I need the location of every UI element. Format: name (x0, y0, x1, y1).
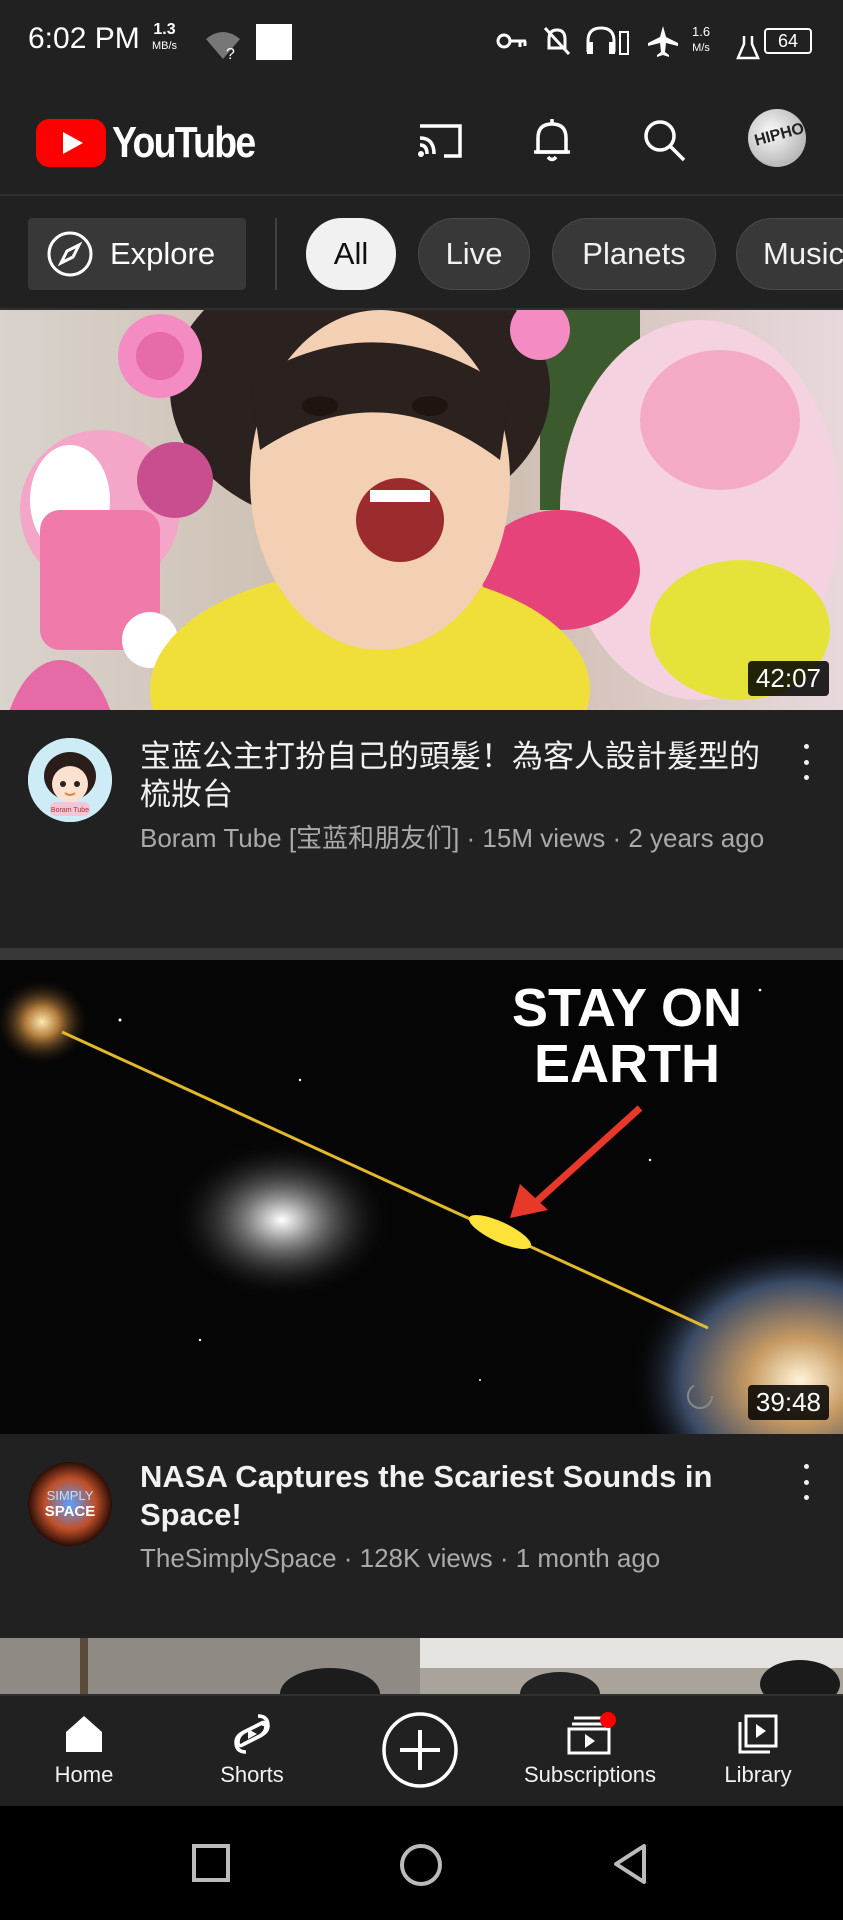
net-speed-left-unit: MB/s (152, 40, 178, 52)
chips-divider (275, 218, 277, 290)
nav-home-label: Home (54, 1762, 114, 1787)
app-header: YouTube HIPHOP (0, 84, 843, 196)
svg-text:?: ? (226, 46, 235, 62)
net-speed-right-unit: M/s (692, 42, 710, 54)
headphones-battery-icon (586, 26, 629, 55)
video-thumbnail-3[interactable] (0, 1638, 843, 1694)
compass-icon (47, 231, 93, 277)
bell-off-icon (543, 26, 571, 56)
youtube-logo[interactable]: YouTube (36, 118, 280, 168)
video-subtitle: Boram Tube [宝蓝和朋友们] · 15M views · 2 year… (140, 823, 765, 853)
battery-icon: 64 (764, 28, 812, 54)
more-options-icon[interactable] (800, 1464, 812, 1500)
video-meta-2[interactable]: SIMPLY SPACE NASA Captures the Scariest … (0, 1434, 843, 1638)
video-meta-1[interactable]: Boram Tube 宝蓝公主打扮自己的頭髮！為客人設計髮型的梳妝台 Boram… (0, 710, 843, 948)
video-2-image: STAY ON EARTH (0, 960, 843, 1434)
nav-library[interactable]: Library (674, 1704, 842, 1788)
net-speed-left-value: 1.3 (153, 21, 176, 38)
video-title[interactable]: 宝蓝公主打扮自己的頭髮！為客人設計髮型的梳妝台 (140, 738, 772, 814)
nav-subscriptions-label: Subscriptions (523, 1762, 657, 1787)
chip-live[interactable]: Live (418, 218, 530, 290)
channel-avatar[interactable]: SIMPLY SPACE (28, 1462, 112, 1546)
channel-avatar[interactable]: Boram Tube (28, 738, 112, 822)
nav-home[interactable]: Home (0, 1704, 168, 1788)
logo-text: YouTube (112, 118, 256, 167)
shorts-icon (234, 1714, 270, 1754)
search-icon[interactable] (638, 114, 690, 166)
bottom-navigation: Home Shorts Subscriptions Library (0, 1694, 843, 1806)
flask-icon (736, 36, 760, 60)
video-thumbnail-2[interactable]: STAY ON EARTH 39:48 (0, 960, 843, 1434)
battery-level: 64 (777, 31, 799, 51)
channel-avatar-text-2: SPACE (45, 1503, 96, 1520)
channel-avatar-text: Boram Tube (51, 807, 89, 814)
status-time: 6:02 PM (28, 22, 140, 55)
net-speed-right: 1.6 M/s (692, 24, 710, 56)
nav-library-label: Library (724, 1762, 792, 1787)
channel-avatar-text-1: SIMPLY (47, 1488, 94, 1503)
feed-divider (0, 948, 843, 960)
video-3-image (0, 1638, 843, 1694)
system-navigation-bar (0, 1806, 843, 1920)
net-speed-left: 1.3 MB/s (152, 22, 177, 54)
subscriptions-icon (567, 1712, 616, 1755)
thumbnail-text-line-1: STAY ON (512, 978, 742, 1038)
home-circle-icon[interactable] (398, 1842, 444, 1888)
thumbnail-text-line-2: EARTH (534, 1034, 720, 1094)
nav-shorts-label: Shorts (220, 1762, 284, 1787)
account-avatar[interactable]: HIPHOP (748, 109, 806, 167)
status-bar: 6:02 PM 1.3 MB/s ? 1.6 M/s 64 (0, 0, 843, 84)
recents-square-icon[interactable] (190, 1842, 234, 1886)
nav-shorts[interactable]: Shorts (168, 1704, 336, 1788)
channel-avatar-image: SIMPLY SPACE (28, 1462, 112, 1546)
key-icon (496, 33, 527, 49)
back-triangle-icon[interactable] (610, 1842, 654, 1886)
airplane-icon (648, 26, 678, 57)
video-subtitle: TheSimplySpace · 128K views · 1 month ag… (140, 1543, 661, 1573)
nav-subscriptions[interactable]: Subscriptions (506, 1704, 674, 1788)
library-icon (738, 1714, 778, 1754)
video-thumbnail-1[interactable]: 42:07 (0, 310, 843, 710)
notifications-bell-icon[interactable] (526, 114, 578, 166)
explore-button[interactable]: Explore (28, 218, 246, 290)
wifi-question-icon: ? (206, 32, 240, 62)
more-options-icon[interactable] (800, 744, 812, 780)
chip-all[interactable]: All (306, 218, 396, 290)
video-1-image (0, 310, 843, 710)
notification-dot (600, 1712, 616, 1728)
youtube-play-icon (36, 119, 106, 167)
home-icon (66, 1716, 102, 1752)
channel-avatar-image: Boram Tube (28, 738, 112, 822)
chip-planets[interactable]: Planets (552, 218, 716, 290)
create-plus-icon (382, 1712, 458, 1788)
explore-label: Explore (110, 236, 216, 271)
chip-music[interactable]: Music (736, 218, 843, 290)
net-speed-right-value: 1.6 (692, 24, 711, 39)
cast-icon[interactable] (414, 114, 466, 166)
nav-create[interactable] (336, 1710, 504, 1790)
video-duration: 42:07 (747, 661, 829, 696)
video-title[interactable]: NASA Captures the Scariest Sounds in Spa… (140, 1458, 772, 1534)
filter-chips-bar: Explore All Live Planets Music (0, 196, 843, 310)
avatar-text: HIPHOP (752, 117, 806, 150)
video-duration: 39:48 (747, 1385, 829, 1420)
notification-square-icon (256, 24, 292, 60)
